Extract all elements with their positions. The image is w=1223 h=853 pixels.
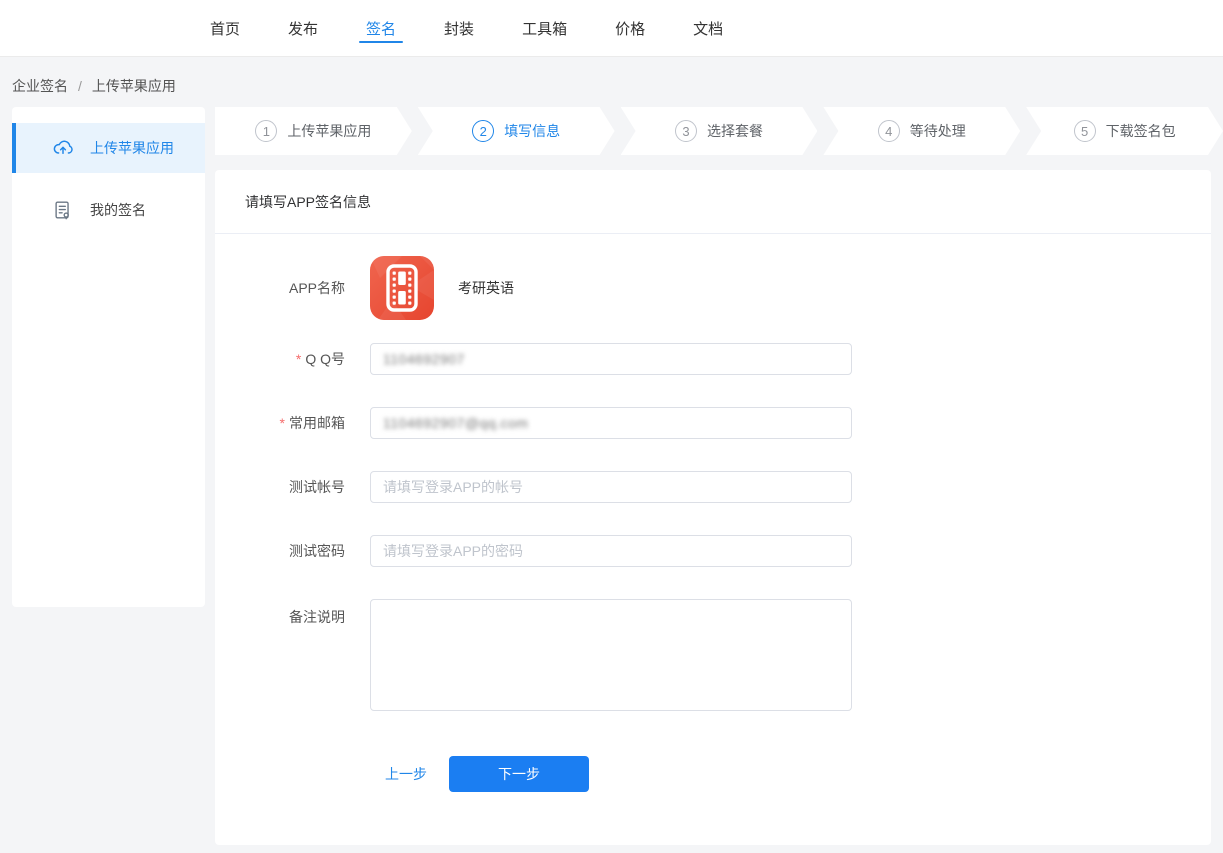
step-5-download: 5 下载签名包 — [1026, 107, 1223, 155]
step-label: 填写信息 — [504, 121, 560, 141]
nav-item-sign[interactable]: 签名 — [366, 0, 396, 56]
prev-step-button[interactable]: 上一步 — [385, 764, 427, 784]
email-masked-value: 1104692907@qq.com — [383, 415, 528, 431]
breadcrumb-current: 上传苹果应用 — [92, 76, 176, 96]
main-nav: 首页 发布 签名 封装 工具箱 价格 文档 — [210, 0, 723, 56]
next-step-button[interactable]: 下一步 — [449, 756, 589, 792]
qq-label: *Q Q号 — [215, 343, 345, 375]
panel-title: 请填写APP签名信息 — [215, 170, 1211, 234]
breadcrumb-separator: / — [78, 78, 82, 94]
qq-masked-value: 1104692907 — [383, 351, 465, 367]
film-app-icon — [370, 256, 434, 320]
step-number: 4 — [878, 120, 900, 142]
step-number: 5 — [1074, 120, 1096, 142]
qq-input[interactable]: 1104692907 — [370, 343, 852, 375]
test-account-input[interactable] — [370, 471, 852, 503]
cloud-upload-icon — [52, 137, 74, 159]
form-row-app-name: APP名称 — [215, 256, 1211, 320]
sidebar-item-label: 我的签名 — [90, 200, 146, 220]
form-row-qq: *Q Q号 1104692907 — [215, 343, 1211, 375]
step-wizard: 1 上传苹果应用 2 填写信息 3 选择套餐 4 等待处理 5 下载签名包 — [215, 107, 1223, 155]
main-panel: 请填写APP签名信息 APP名称 — [215, 170, 1211, 845]
test-password-label: 测试密码 — [215, 535, 345, 567]
nav-item-home[interactable]: 首页 — [210, 0, 240, 56]
nav-item-docs[interactable]: 文档 — [693, 0, 723, 56]
step-2-fill-info: 2 填写信息 — [418, 107, 615, 155]
step-number: 3 — [675, 120, 697, 142]
app-name-label: APP名称 — [215, 256, 345, 320]
sign-info-form: APP名称 — [215, 234, 1211, 792]
step-4-waiting: 4 等待处理 — [823, 107, 1020, 155]
nav-item-price[interactable]: 价格 — [615, 0, 645, 56]
required-asterisk: * — [280, 415, 285, 431]
form-row-remark: 备注说明 — [215, 599, 1211, 716]
sidebar-item-my-signatures[interactable]: 我的签名 — [12, 185, 205, 235]
required-asterisk: * — [296, 351, 301, 367]
breadcrumb: 企业签名 / 上传苹果应用 — [12, 76, 176, 96]
form-row-test-password: 测试密码 — [215, 535, 1211, 567]
test-password-input[interactable] — [370, 535, 852, 567]
sidebar: 上传苹果应用 我的签名 — [12, 107, 205, 607]
nav-item-package[interactable]: 封装 — [444, 0, 474, 56]
step-1-upload-app: 1 上传苹果应用 — [215, 107, 412, 155]
form-row-test-account: 测试帐号 — [215, 471, 1211, 503]
test-account-label: 测试帐号 — [215, 471, 345, 503]
sidebar-item-upload-ios-app[interactable]: 上传苹果应用 — [12, 123, 205, 173]
form-row-email: *常用邮箱 1104692907@qq.com — [215, 407, 1211, 439]
email-input[interactable]: 1104692907@qq.com — [370, 407, 852, 439]
step-label: 等待处理 — [910, 121, 966, 141]
sidebar-item-label: 上传苹果应用 — [90, 138, 174, 158]
nav-item-publish[interactable]: 发布 — [288, 0, 318, 56]
nav-item-toolbox[interactable]: 工具箱 — [522, 0, 567, 56]
remark-label: 备注说明 — [215, 599, 345, 627]
top-navbar: 首页 发布 签名 封装 工具箱 价格 文档 — [0, 0, 1223, 57]
step-number: 1 — [255, 120, 277, 142]
step-label: 上传苹果应用 — [287, 121, 371, 141]
email-label: *常用邮箱 — [215, 407, 345, 439]
remark-textarea[interactable] — [370, 599, 852, 711]
signature-doc-icon — [52, 199, 74, 221]
step-3-choose-plan: 3 选择套餐 — [621, 107, 818, 155]
form-actions: 上一步 下一步 — [385, 756, 1211, 792]
step-number: 2 — [472, 120, 494, 142]
app-name-value: 考研英语 — [458, 278, 514, 298]
step-label: 下载签名包 — [1106, 121, 1176, 141]
breadcrumb-parent[interactable]: 企业签名 — [12, 76, 68, 96]
step-label: 选择套餐 — [707, 121, 763, 141]
